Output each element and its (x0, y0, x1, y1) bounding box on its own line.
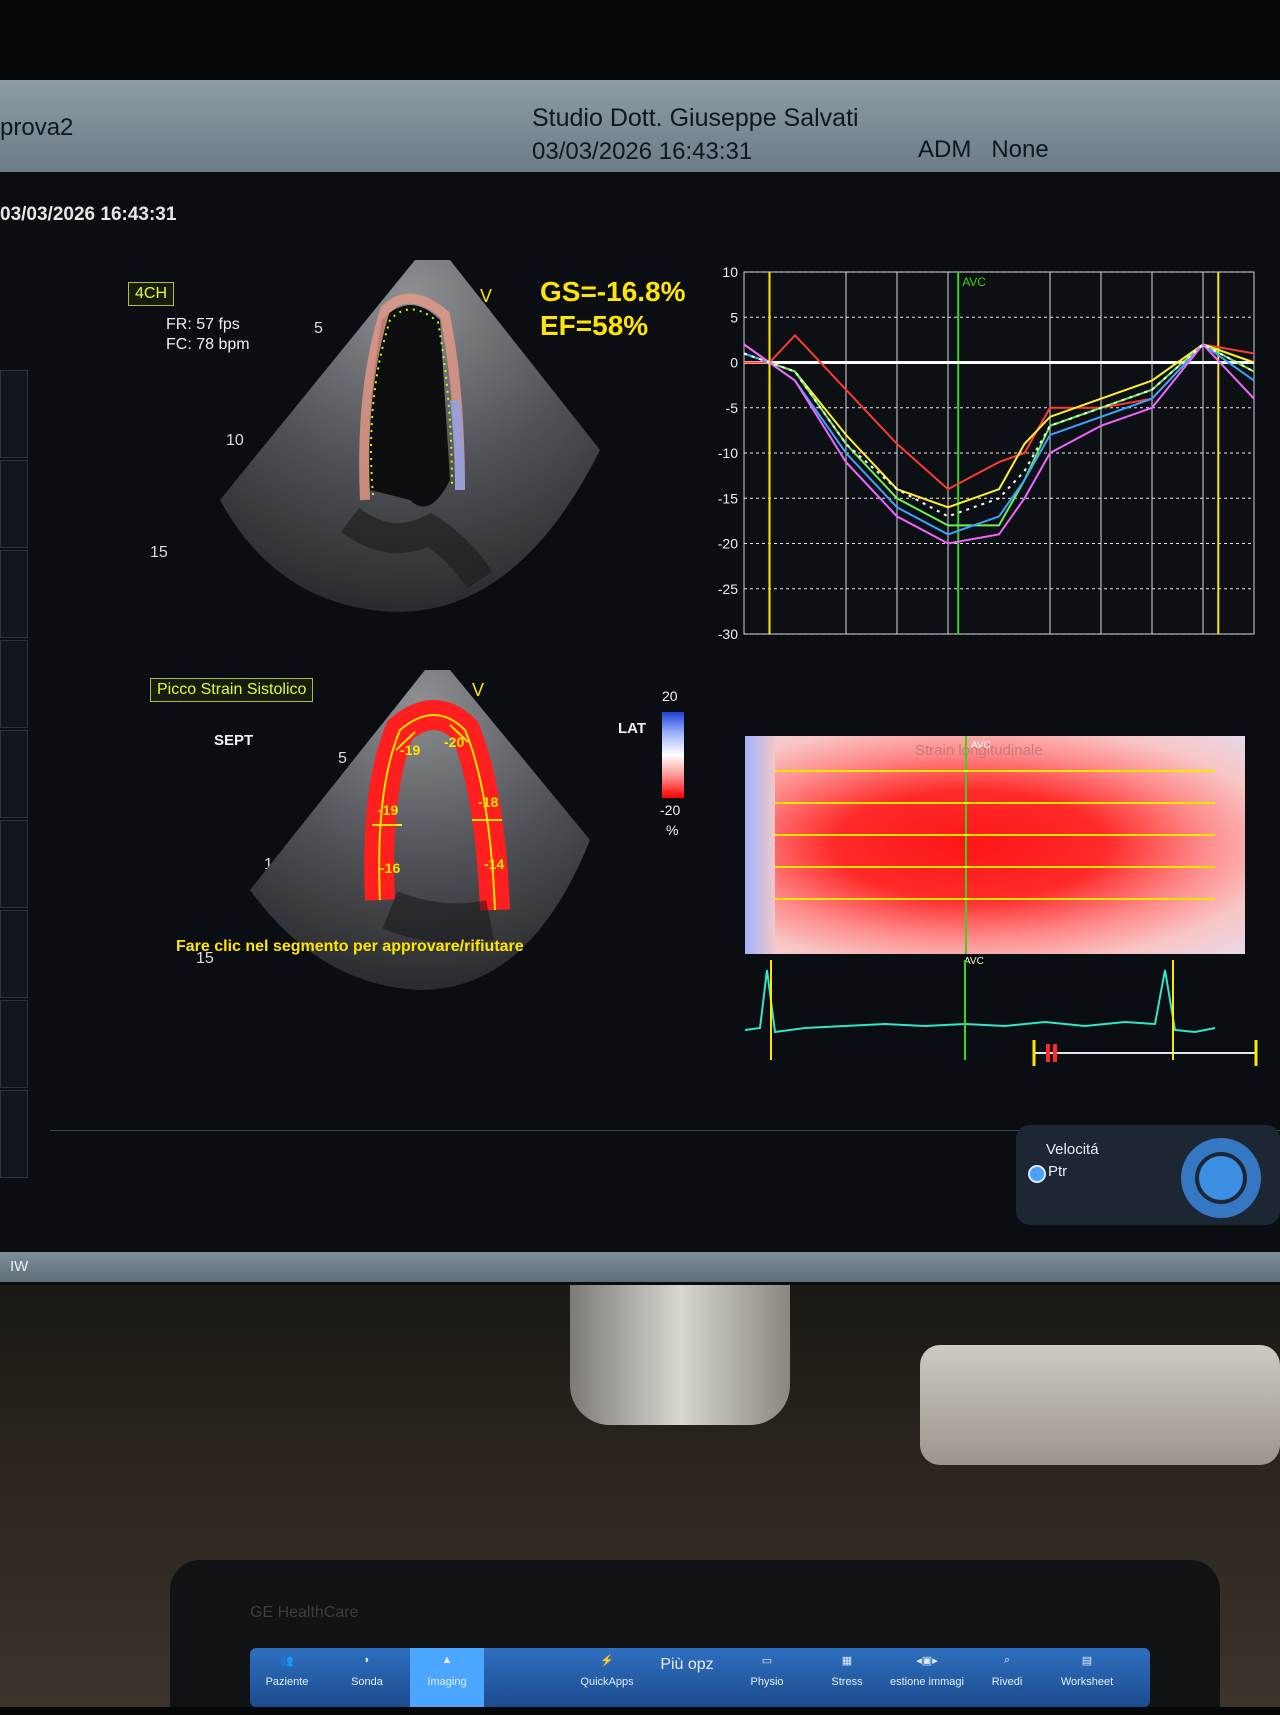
y-tick-label: -15 (718, 490, 738, 506)
strain-map-edge (745, 736, 775, 954)
strain-trace-lateral (450, 399, 465, 491)
studio-datetime: 03/03/2026 16:43:31 (532, 138, 753, 165)
operator-info: ADM None (918, 136, 1049, 163)
physio-button[interactable]: ▭ Physio (730, 1648, 804, 1707)
scale-min: -20 (660, 802, 681, 818)
monitor-bezel (0, 0, 1280, 80)
y-tick-label: -25 (718, 581, 738, 597)
title-bar: prova2 Studio Dott. Giuseppe Salvati 03/… (0, 80, 1280, 172)
image-manager-icon: ◂▣▸ (916, 1655, 938, 1667)
segment-value[interactable]: -16 (380, 860, 400, 876)
brand-logo: GE HealthCare (250, 1604, 359, 1621)
segment-track (775, 770, 1215, 772)
ecg-line (745, 969, 1216, 1034)
status-strip: IW (0, 1252, 1280, 1282)
scrubber-handle[interactable] (1053, 1044, 1057, 1062)
thumbnail-slot[interactable] (0, 820, 28, 908)
y-tick-label: 10 (722, 264, 738, 280)
segment-track (775, 866, 1215, 868)
ptr-option[interactable]: Ptr (1048, 1163, 1067, 1180)
strain-map: Strain longitudinale AVC (745, 736, 1245, 954)
thumbnail-slot[interactable] (0, 550, 28, 638)
touch-panel: 👥 Paziente ◗ Sonda ▲ Imaging ⚡ QuickApps Più… (250, 1648, 1150, 1707)
segment-value[interactable]: -18 (478, 794, 498, 810)
scale-max: 20 (662, 688, 678, 704)
ptr-radio[interactable] (1028, 1165, 1046, 1183)
scale-unit: % (666, 822, 679, 838)
physio-icon: ▭ (761, 1655, 773, 1667)
status-label: IW (10, 1258, 29, 1275)
segment-track (775, 802, 1215, 804)
worksheet-icon: ▤ (1081, 1655, 1093, 1667)
thumbnail-slot[interactable] (0, 460, 28, 548)
atria-shadow (382, 891, 494, 944)
stress-button[interactable]: ▦ Stress (810, 1648, 884, 1707)
patient-icon: 👥 (280, 1655, 294, 1667)
trackball-icon[interactable] (1176, 1133, 1266, 1223)
rivedi-button[interactable]: ⌕ Rivedi (970, 1648, 1044, 1707)
imaging-icon: ▲ (441, 1654, 453, 1666)
studio-name: Studio Dott. Giuseppe Salvati (532, 104, 859, 132)
echo-image-top (220, 260, 600, 612)
y-tick-label: 5 (730, 309, 738, 325)
segment-value[interactable]: -20 (444, 734, 464, 750)
thumbnail-slot[interactable] (0, 370, 28, 458)
thumbnail-slot[interactable] (0, 640, 28, 728)
gestione-immagini-button[interactable]: ◂▣▸ estione immagi (890, 1648, 964, 1707)
avc-label: AVC (971, 740, 991, 751)
monitor-stand (570, 1285, 790, 1425)
paziente-button[interactable]: 👥 Paziente (250, 1648, 324, 1707)
segment-value[interactable]: -19 (378, 802, 398, 818)
instruction-text: Fare clic nel segmento per approvare/rif… (176, 938, 524, 955)
sonda-button[interactable]: ◗ Sonda (330, 1648, 404, 1707)
scrubber-handle[interactable] (1046, 1044, 1050, 1062)
probe-icon: ◗ (363, 1654, 371, 1666)
lightning-icon: ⚡ (600, 1655, 614, 1667)
search-icon: ⌕ (1003, 1654, 1011, 1666)
strain-curves-chart: 10 5 0 -5 -10 -15 -20 -25 -30 AVC (718, 264, 1255, 642)
thumbnail-slot[interactable] (0, 1090, 28, 1178)
y-tick-label: -10 (718, 445, 738, 461)
thumbnail-slot[interactable] (0, 730, 28, 818)
imaging-button[interactable]: ▲ Imaging (410, 1648, 484, 1707)
ultrasound-screen: prova2 Studio Dott. Giuseppe Salvati 03/… (0, 80, 1280, 1285)
y-tick-label: -5 (726, 400, 739, 416)
velocity-label: Velocitá (1046, 1141, 1099, 1158)
control-pad: Velocitá Ptr (1016, 1125, 1280, 1225)
color-scale-bar (662, 712, 684, 798)
stress-icon: ▦ (841, 1655, 853, 1667)
y-tick-label: -30 (718, 626, 738, 642)
quickapps-button[interactable]: ⚡ QuickApps (570, 1648, 644, 1707)
acquisition-datetime: 03/03/2026 16:43:31 (0, 204, 177, 225)
probe-holder (920, 1345, 1280, 1465)
thumbnail-slot[interactable] (0, 1000, 28, 1088)
y-tick-label: 0 (730, 355, 738, 371)
piu-opzioni-button[interactable]: Più opz (650, 1648, 724, 1715)
lateral-wall-label: LAT (618, 720, 647, 737)
segment-track (775, 834, 1215, 836)
avc-line (965, 736, 967, 954)
segment-value[interactable]: -14 (484, 856, 504, 872)
thumbnail-slot[interactable] (0, 910, 28, 998)
segment-track (775, 898, 1215, 900)
avc-label: AVC (962, 275, 986, 289)
y-tick-label: -20 (718, 536, 738, 552)
exam-name: prova2 (0, 114, 74, 141)
cine-scrubber[interactable] (1028, 1038, 1268, 1068)
segment-value[interactable]: -19 (400, 742, 420, 758)
worksheet-button[interactable]: ▤ Worksheet (1050, 1648, 1124, 1707)
